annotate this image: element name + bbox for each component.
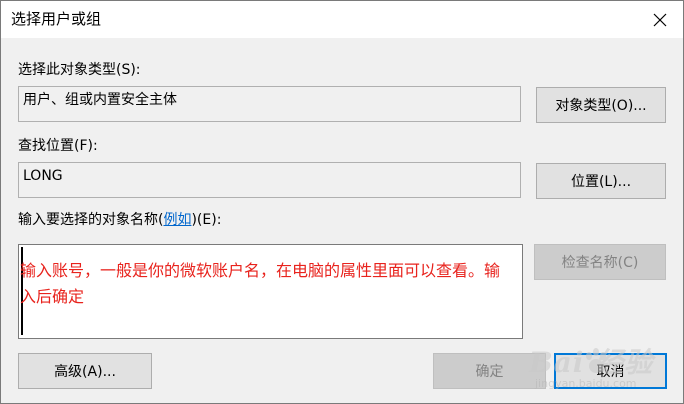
object-names-label: 输入要选择的对象名称(例如)(E): — [18, 211, 221, 229]
examples-link[interactable]: 例如 — [163, 212, 191, 228]
location-field: LONG — [18, 162, 521, 198]
locations-button[interactable]: 位置(L)... — [536, 163, 666, 199]
object-type-value: 用户、组或内置安全主体 — [23, 92, 177, 108]
select-users-or-groups-dialog: 选择用户或组 选择此对象类型(S): 用户、组或内置安全主体 对象类型(O)..… — [0, 0, 684, 404]
object-types-button[interactable]: 对象类型(O)... — [536, 87, 666, 123]
watermark-url: jingyan.baidu.com — [535, 377, 637, 390]
object-type-field: 用户、组或内置安全主体 — [18, 86, 521, 122]
close-icon — [653, 13, 667, 26]
window-title: 选择用户或组 — [11, 10, 102, 28]
object-names-label-prefix: 输入要选择的对象名称( — [18, 212, 164, 228]
location-value: LONG — [23, 168, 63, 184]
object-names-label-suffix: )(E): — [191, 212, 222, 228]
instruction-annotation: 输入账号，一般是你的微软账户名，在电脑的属性里面可以查看。输入后确定 — [20, 261, 501, 306]
advanced-button[interactable]: 高级(A)... — [18, 353, 152, 389]
baidu-jingyan-watermark: Bai 经验 jingyan.baidu.com — [529, 341, 679, 399]
close-button[interactable] — [637, 1, 683, 38]
location-label: 查找位置(F): — [18, 138, 98, 154]
object-type-label: 选择此对象类型(S): — [18, 62, 141, 78]
check-names-button[interactable]: 检查名称(C) — [534, 244, 666, 280]
title-bar: 选择用户或组 — [1, 1, 683, 38]
baidu-paw-icon — [586, 348, 606, 373]
